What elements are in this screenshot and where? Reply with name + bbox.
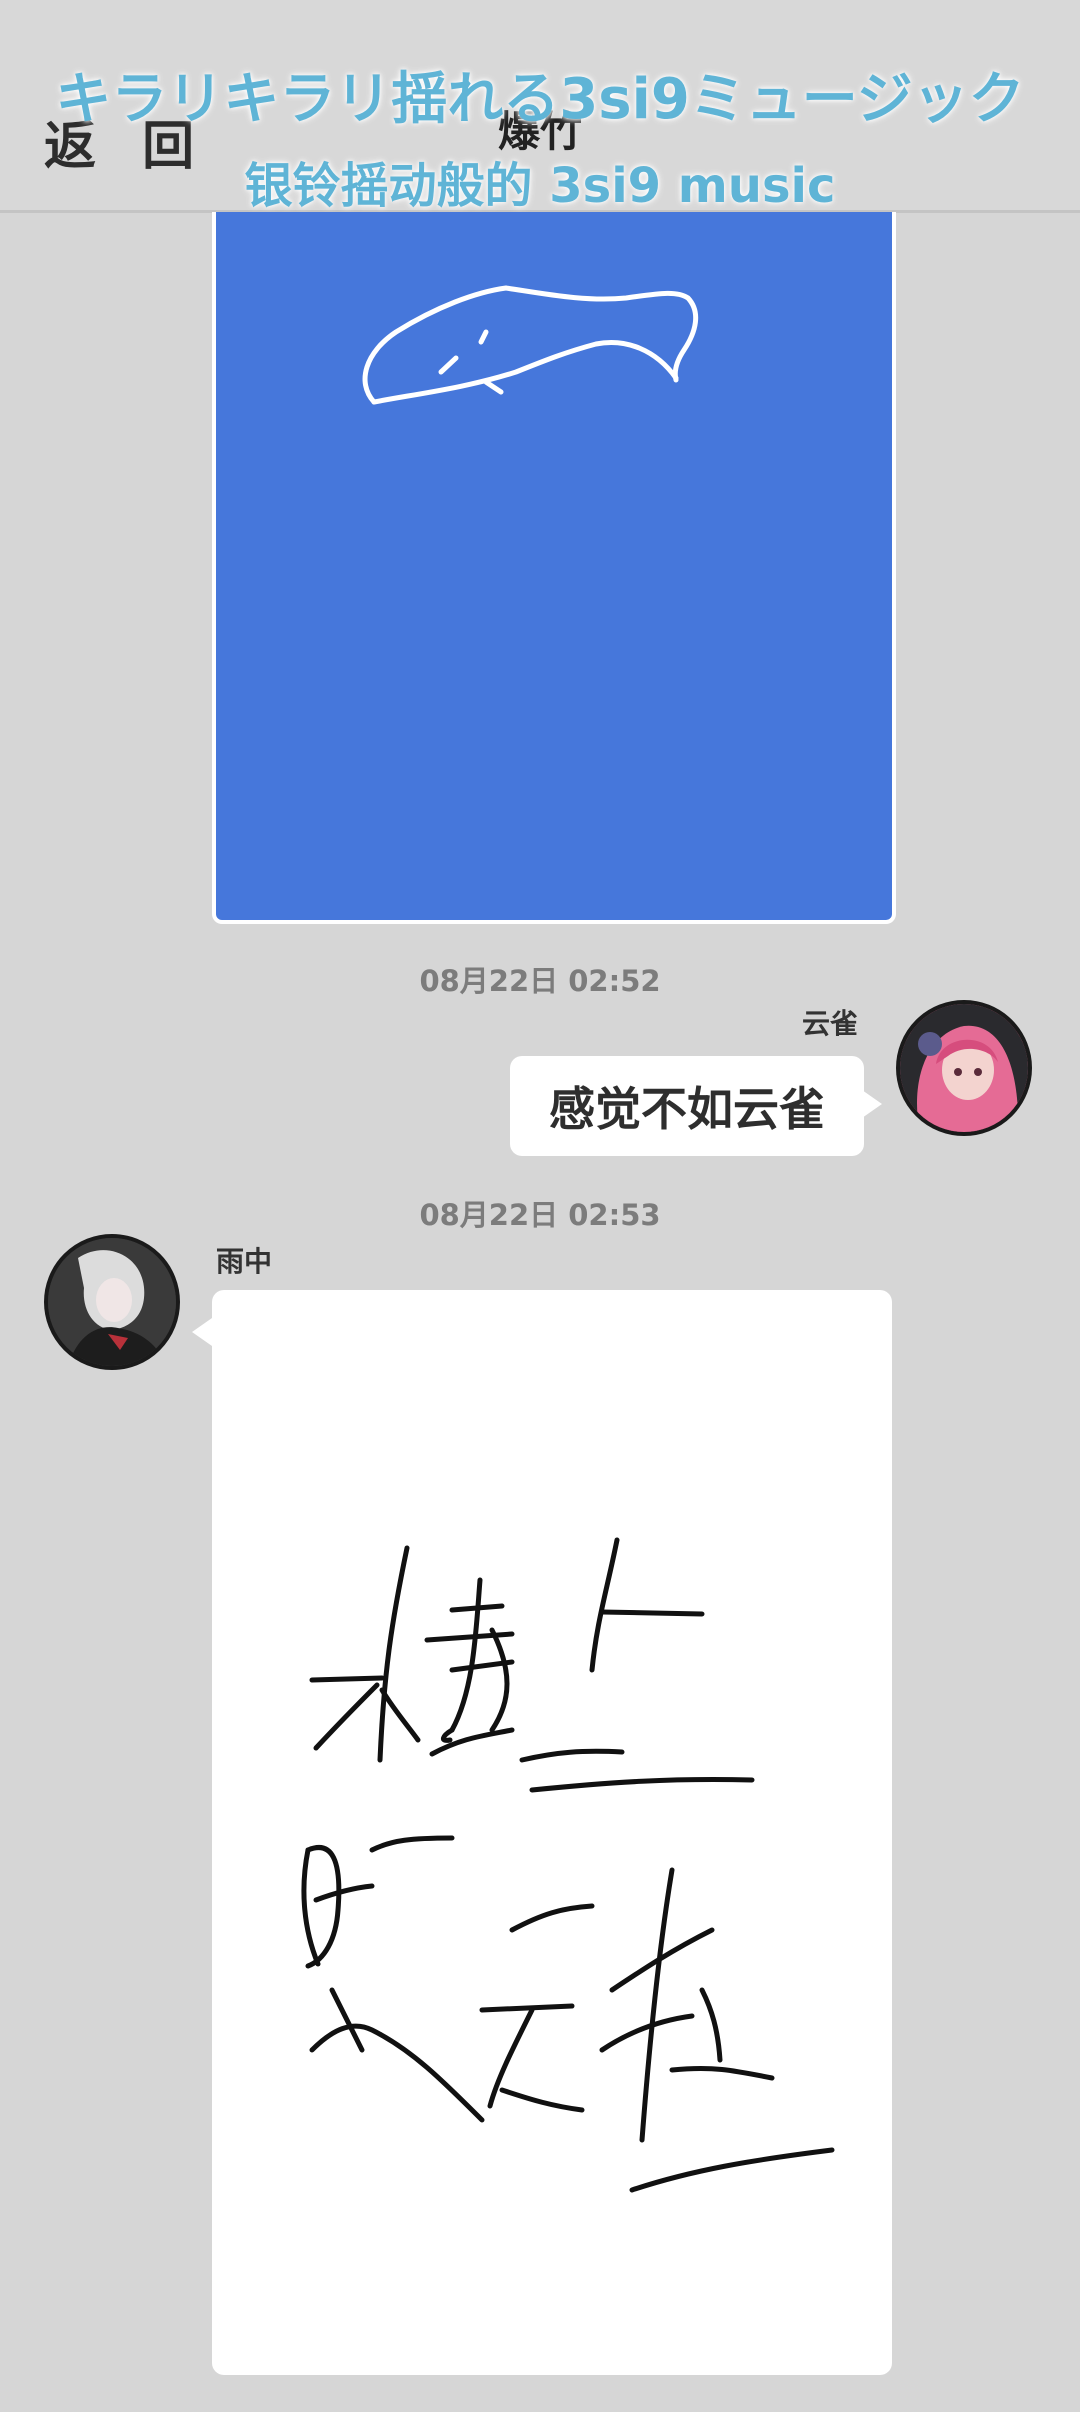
avatar-image (900, 1004, 1028, 1132)
drawing-message-white[interactable] (212, 1290, 892, 2375)
chat-header: 返 回 爆竹 キラリキラリ揺れる3si9ミュージック 银铃摇动般的 3si9 m… (0, 0, 1080, 214)
message-bubble[interactable]: 感觉不如云雀 (510, 1056, 864, 1156)
drawing-message-blue[interactable] (212, 212, 896, 924)
sender-name: 云雀 (802, 1007, 859, 1040)
timestamp: 08月22日 02:52 (419, 964, 661, 998)
bubble-tail (862, 1090, 882, 1118)
avatar-yuzhong[interactable] (44, 1234, 180, 1370)
handwriting-drawing (301, 1537, 835, 2193)
avatar-yunque[interactable] (896, 1000, 1032, 1136)
lyric-overlay-line1: キラリキラリ揺れる3si9ミュージック (55, 67, 1025, 132)
bubble-tail (192, 1318, 212, 1346)
fish-doodle (362, 285, 699, 405)
sender-name: 雨中 (216, 1245, 273, 1278)
timestamp: 08月22日 02:53 (419, 1198, 661, 1232)
lyric-overlay-line2: 银铃摇动般的 3si9 music (244, 158, 836, 214)
avatar-image (48, 1238, 176, 1366)
